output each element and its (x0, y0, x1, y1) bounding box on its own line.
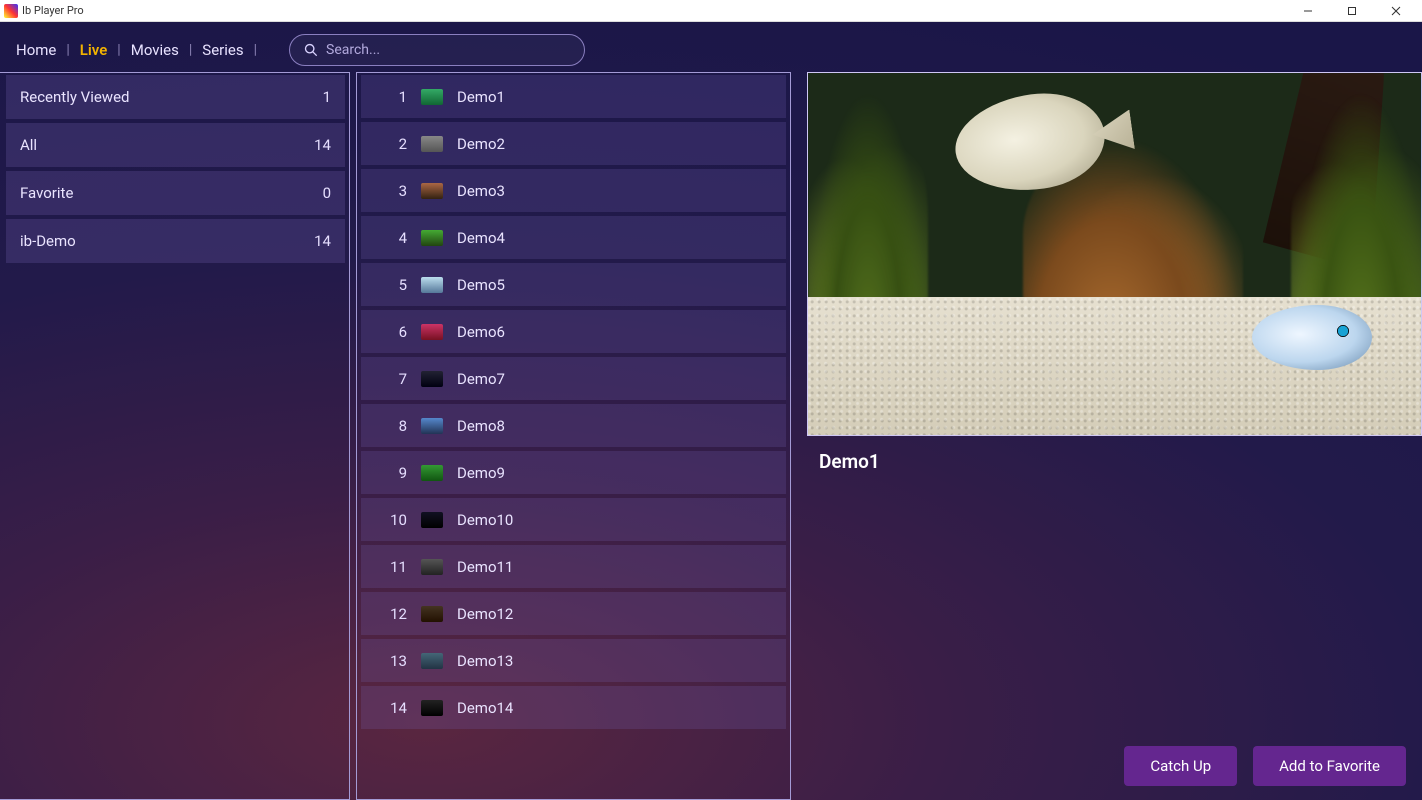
channel-name: Demo6 (457, 323, 505, 341)
nav-series[interactable]: Series (202, 41, 243, 59)
channel-number: 4 (361, 229, 407, 247)
channel-item[interactable]: 12 Demo12 (361, 592, 786, 635)
channel-item[interactable]: 7 Demo7 (361, 357, 786, 400)
nav-separator: | (66, 42, 69, 58)
channel-name: Demo10 (457, 511, 513, 529)
app-root: Home | Live | Movies | Series | Recently… (0, 22, 1422, 800)
channel-thumbnail (421, 371, 443, 387)
channel-item[interactable]: 5 Demo5 (361, 263, 786, 306)
channel-name: Demo5 (457, 276, 505, 294)
window-controls (1286, 0, 1418, 22)
channel-item[interactable]: 6 Demo6 (361, 310, 786, 353)
channel-number: 7 (361, 370, 407, 388)
channel-number: 9 (361, 464, 407, 482)
channel-number: 11 (361, 558, 407, 576)
window-close-button[interactable] (1374, 0, 1418, 22)
category-count: 0 (323, 184, 331, 202)
content-area: Recently Viewed 1 All 14 Favorite 0 ib-D… (0, 72, 1422, 800)
channel-name: Demo11 (457, 558, 513, 576)
channel-number: 12 (361, 605, 407, 623)
window-titlebar: Ib Player Pro (0, 0, 1422, 22)
channel-name: Demo3 (457, 182, 505, 200)
channel-thumbnail (421, 277, 443, 293)
channel-name: Demo8 (457, 417, 505, 435)
nav-home[interactable]: Home (16, 41, 56, 59)
channel-number: 3 (361, 182, 407, 200)
channel-number: 8 (361, 417, 407, 435)
channel-number: 10 (361, 511, 407, 529)
channel-item[interactable]: 3 Demo3 (361, 169, 786, 212)
search-box[interactable] (289, 34, 585, 66)
channel-number: 1 (361, 88, 407, 106)
category-label: Recently Viewed (20, 88, 130, 106)
channel-item[interactable]: 9 Demo9 (361, 451, 786, 494)
channel-name: Demo12 (457, 605, 513, 623)
channel-name: Demo4 (457, 229, 505, 247)
category-count: 14 (314, 232, 331, 250)
channel-thumbnail (421, 230, 443, 246)
window-title: Ib Player Pro (22, 4, 1286, 17)
channel-number: 14 (361, 699, 407, 717)
nav-items: Home | Live | Movies | Series | (16, 41, 257, 59)
window-minimize-button[interactable] (1286, 0, 1330, 22)
preview-pane: Demo1 Catch Up Add to Favorite (797, 72, 1422, 800)
category-favorite[interactable]: Favorite 0 (6, 171, 345, 215)
catch-up-button[interactable]: Catch Up (1124, 746, 1237, 786)
channel-list: 1 Demo1 2 Demo2 3 Demo3 4 Demo4 5 Demo5 6 Demo… (356, 72, 791, 800)
channel-thumbnail (421, 512, 443, 528)
preview-title: Demo1 (819, 450, 1422, 473)
app-icon (4, 4, 18, 18)
channel-thumbnail (421, 653, 443, 669)
nav-live[interactable]: Live (80, 41, 108, 59)
channel-name: Demo9 (457, 464, 505, 482)
category-list: Recently Viewed 1 All 14 Favorite 0 ib-D… (0, 72, 350, 800)
channel-thumbnail (421, 606, 443, 622)
channel-thumbnail (421, 324, 443, 340)
search-icon (304, 43, 318, 57)
channel-thumbnail (421, 89, 443, 105)
video-content (808, 73, 1421, 435)
video-preview[interactable] (807, 72, 1422, 436)
channel-number: 6 (361, 323, 407, 341)
channel-thumbnail (421, 418, 443, 434)
channel-item[interactable]: 14 Demo14 (361, 686, 786, 729)
channel-item[interactable]: 10 Demo10 (361, 498, 786, 541)
nav-separator: | (254, 42, 257, 58)
search-input[interactable] (326, 42, 570, 58)
nav-separator: | (189, 42, 192, 58)
channel-number: 2 (361, 135, 407, 153)
category-all[interactable]: All 14 (6, 123, 345, 167)
channel-item[interactable]: 8 Demo8 (361, 404, 786, 447)
nav-separator: | (117, 42, 120, 58)
channel-thumbnail (421, 136, 443, 152)
category-ibdemo[interactable]: ib-Demo 14 (6, 219, 345, 263)
category-label: All (20, 136, 37, 154)
channel-thumbnail (421, 465, 443, 481)
channel-name: Demo2 (457, 135, 505, 153)
channel-item[interactable]: 1 Demo1 (361, 75, 786, 118)
category-count: 14 (314, 136, 331, 154)
top-nav: Home | Live | Movies | Series | (0, 22, 1422, 72)
channel-name: Demo1 (457, 88, 505, 106)
nav-movies[interactable]: Movies (131, 41, 179, 59)
channel-item[interactable]: 13 Demo13 (361, 639, 786, 682)
channel-item[interactable]: 2 Demo2 (361, 122, 786, 165)
category-count: 1 (323, 88, 331, 106)
channel-name: Demo7 (457, 370, 505, 388)
category-label: ib-Demo (20, 232, 76, 250)
channel-thumbnail (421, 183, 443, 199)
channel-item[interactable]: 4 Demo4 (361, 216, 786, 259)
channel-name: Demo13 (457, 652, 513, 670)
category-recently-viewed[interactable]: Recently Viewed 1 (6, 75, 345, 119)
channel-thumbnail (421, 700, 443, 716)
category-label: Favorite (20, 184, 73, 202)
channel-number: 5 (361, 276, 407, 294)
channel-item[interactable]: 11 Demo11 (361, 545, 786, 588)
add-to-favorite-button[interactable]: Add to Favorite (1253, 746, 1406, 786)
channel-number: 13 (361, 652, 407, 670)
channel-thumbnail (421, 559, 443, 575)
preview-actions: Catch Up Add to Favorite (1124, 746, 1406, 786)
channel-name: Demo14 (457, 699, 513, 717)
window-maximize-button[interactable] (1330, 0, 1374, 22)
